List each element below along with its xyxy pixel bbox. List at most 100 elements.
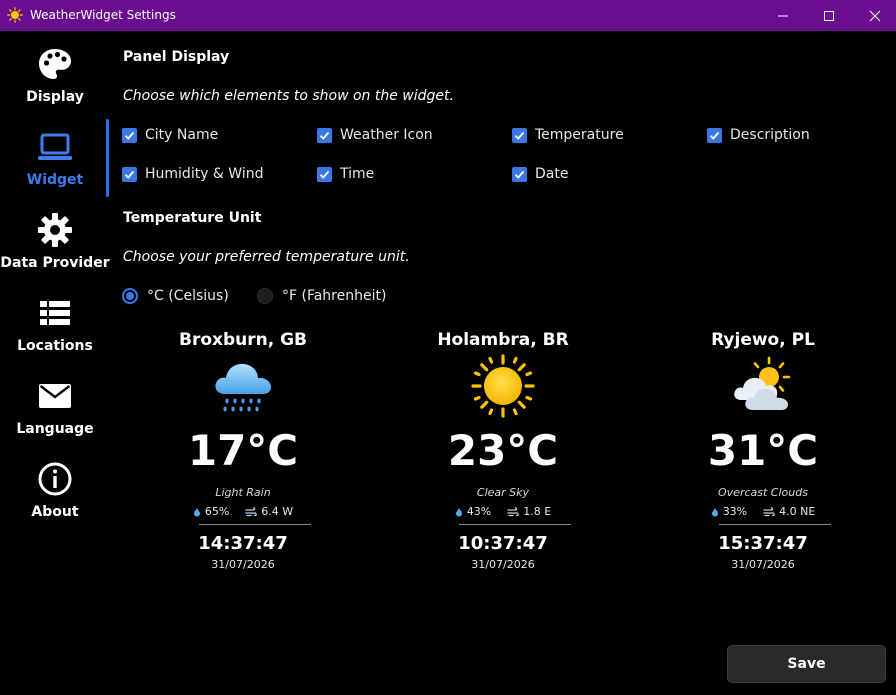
sidebar-item-display[interactable]: Display	[0, 31, 110, 111]
local-date: 31/07/2026	[211, 558, 275, 571]
checkbox-label: Humidity & Wind	[145, 166, 264, 182]
close-button[interactable]	[852, 0, 896, 31]
local-date: 31/07/2026	[471, 558, 535, 571]
checkbox-weather-icon[interactable]: Weather Icon	[317, 125, 433, 145]
temperature-value: 23°C	[447, 426, 559, 475]
wind-icon	[507, 506, 519, 516]
preview-card: Ryjewo, PL 31°C Overcast Clouds 33% 4.0 …	[663, 328, 863, 578]
close-icon	[869, 10, 881, 21]
checkbox-humidity-wind[interactable]: Humidity & Wind	[122, 164, 263, 184]
checkmark-icon	[122, 166, 137, 182]
droplet-icon	[455, 507, 462, 516]
panel-display-description: Choose which elements to show on the wid…	[123, 88, 454, 104]
radio-label: °F (Fahrenheit)	[282, 288, 387, 304]
wind-icon	[245, 506, 258, 516]
info-icon	[38, 462, 72, 496]
checkbox-date[interactable]: Date	[512, 164, 568, 184]
temperature-value: 31°C	[707, 426, 819, 475]
weather-description: Light Rain	[215, 486, 271, 499]
divider	[719, 524, 831, 525]
temperature-unit-description: Choose your preferred temperature unit.	[123, 249, 410, 265]
droplet-icon	[193, 507, 200, 516]
preview-card: Holambra, BR 23°C Clear Sky 43% 1.8 E 10…	[403, 328, 603, 578]
checkbox-label: Date	[535, 166, 569, 182]
preview-card: Broxburn, GB 17°C Light Rain 65% 6.4 W 1…	[143, 328, 343, 578]
radio-selected-icon	[122, 288, 138, 304]
sidebar-item-data-provider[interactable]: Data Provider	[0, 197, 110, 277]
sidebar-item-about[interactable]: About	[0, 446, 110, 526]
sidebar-item-label: Display	[26, 89, 84, 105]
sidebar-item-language[interactable]: Language	[0, 363, 110, 443]
checkmark-icon	[707, 127, 722, 143]
temperature-unit-title: Temperature Unit	[123, 210, 262, 226]
maximize-icon	[824, 10, 834, 21]
sun-icon	[471, 354, 535, 418]
checkmark-icon	[317, 166, 332, 182]
checkbox-label: Temperature	[535, 127, 624, 143]
sidebar-item-label: Locations	[17, 338, 93, 354]
droplet-icon	[711, 507, 718, 516]
humidity-value: 33%	[722, 505, 748, 518]
checkbox-description[interactable]: Description	[707, 125, 810, 145]
humidity-wind-row: 43% 1.8 E	[403, 505, 603, 518]
weather-description: Clear Sky	[476, 486, 530, 499]
palette-icon	[39, 49, 71, 79]
city-name: Broxburn, GB	[178, 330, 308, 350]
sun-icon	[7, 7, 23, 23]
sidebar-item-label: Data Provider	[0, 255, 110, 271]
radio-fahrenheit[interactable]: °F (Fahrenheit)	[257, 286, 386, 306]
checkmark-icon	[512, 166, 527, 182]
rain-cloud-icon	[215, 363, 271, 412]
humidity-wind-row: 33% 4.0 NE	[663, 505, 863, 518]
checkmark-icon	[512, 127, 527, 143]
divider	[459, 524, 571, 525]
checkbox-city-name[interactable]: City Name	[122, 125, 218, 145]
humidity-wind-row: 65% 6.4 W	[143, 505, 343, 518]
checkmark-icon	[317, 127, 332, 143]
wind-value: 1.8 E	[523, 505, 552, 518]
radio-celsius[interactable]: °C (Celsius)	[122, 286, 229, 306]
sidebar-item-label: Language	[16, 421, 94, 437]
humidity-value: 43%	[466, 505, 492, 518]
city-name: Ryjewo, PL	[711, 330, 815, 350]
wind-icon	[763, 506, 775, 516]
minimize-icon	[778, 15, 788, 16]
local-time: 10:37:47	[458, 533, 548, 554]
laptop-icon	[38, 133, 72, 160]
wind-value: 6.4 W	[261, 505, 294, 518]
checkbox-label: Time	[340, 166, 375, 182]
checkbox-label: City Name	[145, 127, 219, 143]
radio-label: °C (Celsius)	[147, 288, 229, 304]
checkbox-label: Description	[730, 127, 810, 143]
window-title: WeatherWidget Settings	[30, 8, 176, 22]
checkbox-temperature[interactable]: Temperature	[512, 125, 624, 145]
checkbox-time[interactable]: Time	[317, 164, 374, 184]
checkmark-icon	[122, 127, 137, 143]
active-indicator	[106, 119, 109, 197]
sidebar-item-label: About	[31, 504, 79, 520]
radio-unselected-icon	[257, 288, 273, 304]
weather-description: Overcast Clouds	[718, 486, 808, 499]
wind-value: 4.0 NE	[779, 505, 816, 518]
divider	[199, 524, 311, 525]
local-date: 31/07/2026	[731, 558, 795, 571]
envelope-icon	[39, 384, 71, 408]
sidebar-item-label: Widget	[26, 172, 84, 188]
list-icon	[40, 301, 70, 325]
title-bar: WeatherWidget Settings	[0, 0, 896, 31]
sidebar: Display Widget Data Provider Locations L…	[0, 31, 110, 695]
sidebar-item-widget[interactable]: Widget	[0, 114, 110, 194]
city-name: Holambra, BR	[437, 330, 569, 350]
save-button[interactable]: Save	[727, 645, 886, 683]
checkbox-label: Weather Icon	[340, 127, 433, 143]
minimize-button[interactable]	[760, 0, 806, 31]
temperature-value: 17°C	[187, 426, 299, 475]
partly-cloudy-icon	[734, 356, 791, 410]
sidebar-item-locations[interactable]: Locations	[0, 280, 110, 360]
gear-icon	[38, 213, 72, 247]
local-time: 15:37:47	[718, 533, 808, 554]
panel-display-title: Panel Display	[123, 49, 230, 65]
local-time: 14:37:47	[198, 533, 288, 554]
maximize-button[interactable]	[806, 0, 852, 31]
humidity-value: 65%	[204, 505, 230, 518]
